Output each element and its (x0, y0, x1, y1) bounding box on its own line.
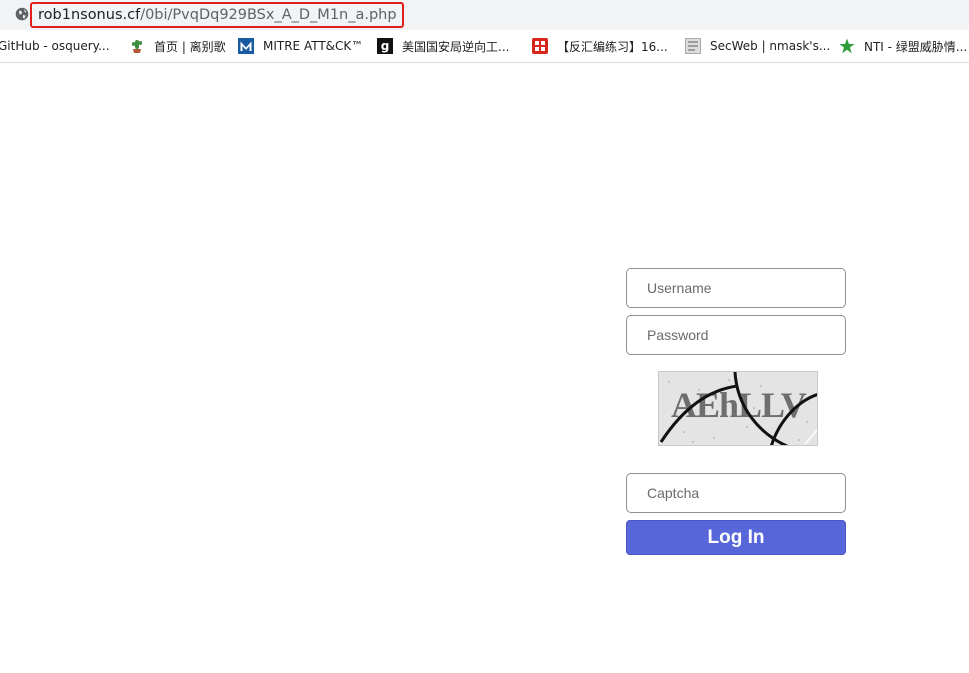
url-path: /0bi/PvqDq929BSx_A_D_M1n_a.php (140, 7, 397, 23)
svg-text:g: g (381, 39, 390, 53)
secweb-icon (685, 38, 701, 54)
bookmark-secweb-nmask[interactable]: SecWeb | nmask's... (685, 30, 830, 62)
red-seal-icon (532, 38, 548, 54)
url-field[interactable]: rob1nsonus.cf/0bi/PvqDq929BSx_A_D_M1n_a.… (30, 2, 404, 28)
bookmark-label: SecWeb | nmask's... (710, 39, 831, 53)
bookmark-label: MITRE ATT&CK™ (263, 39, 364, 53)
bookmark-github-osquery[interactable]: GitHub - osquery... (0, 30, 110, 62)
username-field[interactable] (626, 268, 846, 308)
star-icon (839, 38, 855, 54)
bookmark-label: GitHub - osquery... (0, 39, 110, 53)
bookmark-nti-threat-intel[interactable]: NTI - 绿盟威胁情... (839, 30, 967, 62)
bookmark-label: NTI - 绿盟威胁情... (864, 39, 968, 54)
bookmark-libiege[interactable]: 首页 | 离别歌 (129, 30, 226, 62)
g-icon: g (377, 38, 393, 54)
bookmark-nsa-reverse[interactable]: g 美国国安局逆向工... (377, 30, 509, 62)
bookmark-label: 首页 | 离别歌 (154, 39, 226, 54)
url-host: rob1nsonus.cf (38, 7, 141, 23)
bookmark-disassembly-practice[interactable]: 【反汇编练习】16... (532, 30, 668, 62)
bookmark-mitre-attack[interactable]: MITRE ATT&CK™ (238, 30, 363, 62)
site-info-icon[interactable] (15, 7, 29, 21)
mitre-icon (238, 38, 254, 54)
address-bar[interactable]: rob1nsonus.cf/0bi/PvqDq929BSx_A_D_M1n_a.… (0, 0, 969, 30)
bookmark-label: 【反汇编练习】16... (557, 39, 668, 54)
captcha-field[interactable] (626, 473, 846, 513)
login-button[interactable]: Log In (626, 520, 846, 555)
password-field[interactable] (626, 315, 846, 355)
bookmarks-bar: GitHub - osquery... 首页 | 离别歌 MITRE ATT&C… (0, 30, 969, 63)
cactus-icon (129, 38, 145, 54)
bookmark-label: 美国国安局逆向工... (402, 39, 510, 54)
captcha-image[interactable]: AEhLLV (658, 371, 818, 446)
